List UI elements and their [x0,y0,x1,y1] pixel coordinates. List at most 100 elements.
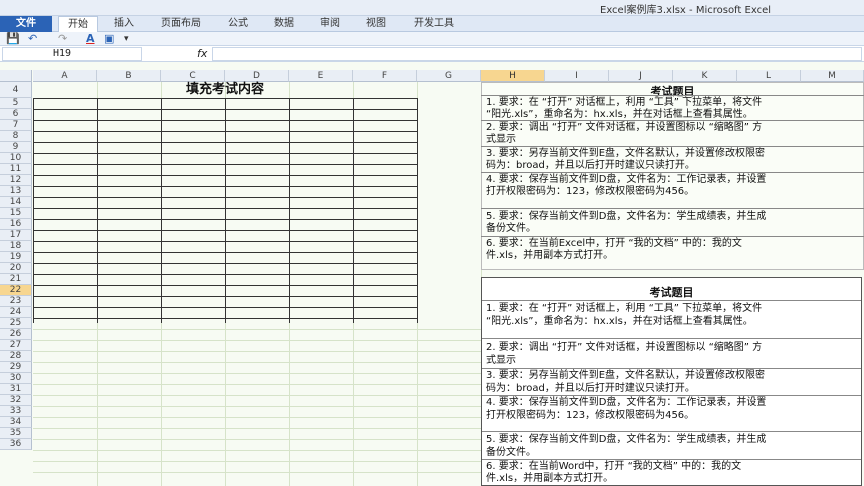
row-header[interactable]: 27 [0,340,32,351]
row-header[interactable]: 29 [0,362,32,373]
panel-separator [482,300,861,301]
redo-icon[interactable]: ↷ [58,32,67,46]
exam-item-line: 式显示 [486,355,516,366]
exam-item-line: 码为：broad，并且以后打开时建议只读打开。 [486,160,695,171]
column-header-j[interactable]: J [609,70,673,82]
column-header-e[interactable]: E [289,70,353,82]
exam-item-line: 2. 要求：调出 “打开” 文件对话框，并设置图标以 “缩略图” 方 [486,342,763,353]
tab-developer[interactable]: 开发工具 [404,16,464,32]
row-header[interactable]: 34 [0,417,32,428]
column-header-b[interactable]: B [97,70,161,82]
save-icon[interactable]: 💾 [6,32,20,46]
exam-item-line: 码为：broad，并且以后打开时建议只读打开。 [486,383,695,394]
row-header[interactable]: 11 [0,164,32,175]
panel-separator [482,338,861,339]
row-header[interactable]: 16 [0,219,32,230]
column-header-i[interactable]: I [545,70,609,82]
row-header[interactable]: 28 [0,351,32,362]
column-header-h[interactable]: H [481,70,545,82]
quick-access-toolbar: 💾 ↶ ↷ A ▣ ▾ [0,32,864,46]
row-header[interactable]: 25 [0,318,32,329]
fx-label[interactable]: fx [197,47,207,60]
table-border [97,98,98,323]
tab-page-layout[interactable]: 页面布局 [152,16,210,32]
tab-formulas[interactable]: 公式 [220,16,256,32]
row-header[interactable]: 13 [0,186,32,197]
row-header[interactable]: 18 [0,241,32,252]
exam-panel-bottom-title: 考试题目 [649,286,694,299]
column-header-l[interactable]: L [737,70,801,82]
column-header-f[interactable]: F [353,70,417,82]
column-header-c[interactable]: C [161,70,225,82]
row-header[interactable]: 7 [0,120,32,131]
row-header[interactable]: 6 [0,109,32,120]
exam-item-line: 3. 要求：另存当前文件到E盘，文件名默认，并设置修改权限密 [486,370,766,381]
column-header-k[interactable]: K [673,70,737,82]
exam-item-line: 打开权限密码为：123，修改权限密码为456。 [486,410,695,421]
exam-item-line: 件.xls，并用副本方式打开。 [486,473,614,484]
exam-item-line: 备份文件。 [486,447,536,458]
tab-review[interactable]: 审阅 [312,16,348,32]
panel-separator [481,208,864,209]
column-header-a[interactable]: A [33,70,97,82]
grid-line [33,373,481,374]
font-color-icon[interactable]: A [86,32,95,46]
exam-item-line: 件.xls，并用副本方式打开。 [486,250,614,261]
undo-icon[interactable]: ↶ [28,32,37,46]
customize-icon[interactable]: ▾ [124,32,129,46]
grid-line [33,395,481,396]
table-border [417,98,418,323]
row-header[interactable]: 36 [0,439,32,450]
ribbon-tabs: 文件 开始 插入 页面布局 公式 数据 审阅 视图 开发工具 [0,16,864,32]
table-border [353,98,354,323]
row-header[interactable]: 19 [0,252,32,263]
row-header[interactable]: 21 [0,274,32,285]
tab-file[interactable]: 文件 [0,16,52,32]
row-header[interactable]: 15 [0,208,32,219]
grid-line [33,351,481,352]
table-border [289,98,290,323]
grid-line [33,329,481,330]
name-box[interactable]: H19 [2,47,142,61]
grid-line [33,340,481,341]
row-header[interactable]: 4 [0,82,32,98]
exam-item-line: 打开权限密码为：123，修改权限密码为456。 [486,186,695,197]
row-header[interactable]: 8 [0,131,32,142]
column-header-m[interactable]: M [801,70,864,82]
row-header[interactable]: 33 [0,406,32,417]
tab-data[interactable]: 数据 [266,16,302,32]
select-all-corner[interactable] [0,70,32,82]
grid-line [33,428,481,429]
row-header[interactable]: 17 [0,230,32,241]
row-header[interactable]: 32 [0,395,32,406]
grid-line [33,362,481,363]
row-header[interactable]: 30 [0,373,32,384]
row-header[interactable]: 31 [0,384,32,395]
formula-input[interactable] [212,47,862,61]
row-header[interactable]: 5 [0,98,32,109]
title-bar: Excel案例库3.xlsx - Microsoft Excel [0,0,864,16]
row-header[interactable]: 20 [0,263,32,274]
row-header[interactable]: 24 [0,307,32,318]
row-header[interactable]: 9 [0,142,32,153]
row-header[interactable]: 26 [0,329,32,340]
table-title: 填充考试内容 [185,82,264,97]
row-header[interactable]: 10 [0,153,32,164]
panel-separator [482,431,861,432]
row-header[interactable]: 12 [0,175,32,186]
tab-insert[interactable]: 插入 [106,16,142,32]
grid-line [33,461,481,462]
row-header[interactable]: 14 [0,197,32,208]
table-border [161,98,162,323]
row-header[interactable]: 23 [0,296,32,307]
grid-line [33,417,481,418]
tab-view[interactable]: 视图 [358,16,394,32]
row-header[interactable]: 35 [0,428,32,439]
column-header-g[interactable]: G [417,70,481,82]
tab-home[interactable]: 开始 [58,16,98,32]
grid-line [33,406,481,407]
grid-line [33,439,481,440]
row-header-selected[interactable]: 22 [0,285,32,296]
camera-icon[interactable]: ▣ [104,32,114,46]
column-header-d[interactable]: D [225,70,289,82]
